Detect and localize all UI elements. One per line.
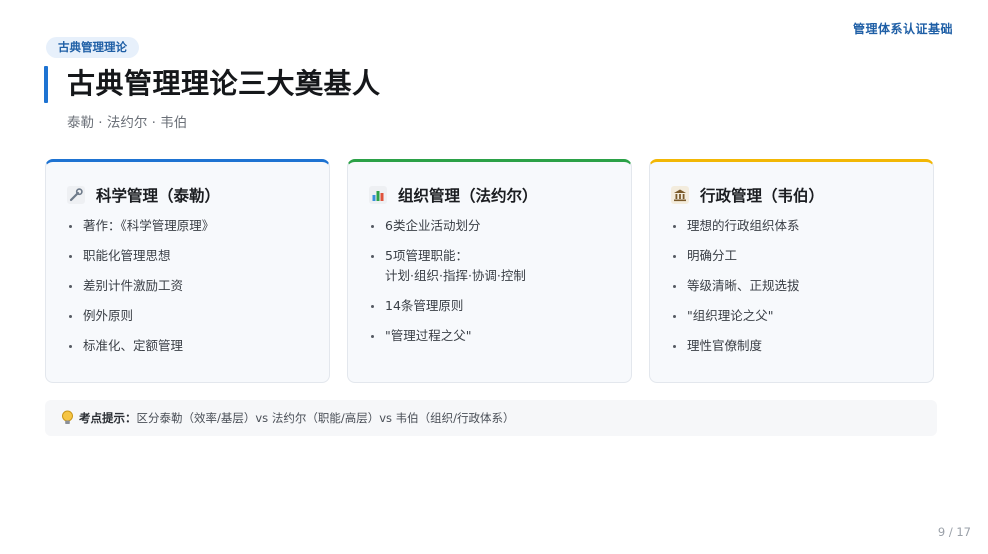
list-item: 14条管理原则 <box>368 296 631 316</box>
wrench-icon <box>66 185 86 205</box>
list-item: "管理过程之父" <box>368 326 631 346</box>
list-item-line: 5项管理职能： <box>385 248 468 263</box>
card-row: 科学管理（泰勒） 著作：《科学管理原理》 职能化管理思想 差别计件激励工资 例外… <box>45 159 934 383</box>
title-accent-bar <box>44 66 48 103</box>
card-title: 行政管理（韦伯） <box>700 187 825 205</box>
brand-title: 管理体系认证基础 <box>852 22 953 36</box>
card-list: 理想的行政组织体系 明确分工 等级清晰、正规选拔 "组织理论之父" 理性官僚制度 <box>670 216 933 356</box>
lightbulb-icon <box>61 410 74 426</box>
card-header: 行政管理（韦伯） <box>670 182 933 208</box>
list-item: 5项管理职能： 计划·组织·指挥·协调·控制 <box>368 246 631 286</box>
list-item: 差别计件激励工资 <box>66 276 329 296</box>
bar-chart-icon <box>368 185 388 205</box>
list-item: 著作：《科学管理原理》 <box>66 216 329 236</box>
card-list: 6类企业活动划分 5项管理职能： 计划·组织·指挥·协调·控制 14条管理原则 … <box>368 216 631 346</box>
list-item: 理想的行政组织体系 <box>670 216 933 236</box>
list-item: 职能化管理思想 <box>66 246 329 266</box>
list-item: 明确分工 <box>670 246 933 266</box>
card-fayol: 组织管理（法约尔） 6类企业活动划分 5项管理职能： 计划·组织·指挥·协调·控… <box>347 159 632 383</box>
exam-hint: 考点提示： 区分泰勒（效率/基层）vs 法约尔（职能/高层）vs 韦伯（组织/行… <box>45 400 937 436</box>
list-item: 例外原则 <box>66 306 329 326</box>
page-title: 古典管理理论三大奠基人 <box>67 67 381 100</box>
card-title: 组织管理（法约尔） <box>398 187 538 205</box>
card-title: 科学管理（泰勒） <box>96 187 221 205</box>
page-subtitle: 泰勒 · 法约尔 · 韦伯 <box>67 115 188 131</box>
card-weber: 行政管理（韦伯） 理想的行政组织体系 明确分工 等级清晰、正规选拔 "组织理论之… <box>649 159 934 383</box>
card-list: 著作：《科学管理原理》 职能化管理思想 差别计件激励工资 例外原则 标准化、定额… <box>66 216 329 356</box>
list-item: 标准化、定额管理 <box>66 336 329 356</box>
hint-text: 区分泰勒（效率/基层）vs 法约尔（职能/高层）vs 韦伯（组织/行政体系） <box>136 411 515 425</box>
section-tag: 古典管理理论 <box>46 37 139 58</box>
card-taylor: 科学管理（泰勒） 著作：《科学管理原理》 职能化管理思想 差别计件激励工资 例外… <box>45 159 330 383</box>
list-item: 理性官僚制度 <box>670 336 933 356</box>
bank-icon <box>670 185 690 205</box>
card-header: 组织管理（法约尔） <box>368 182 631 208</box>
hint-label: 考点提示： <box>79 411 137 425</box>
card-header: 科学管理（泰勒） <box>66 182 329 208</box>
list-item-line: 计划·组织·指挥·协调·控制 <box>385 268 526 283</box>
page-number: 9 / 17 <box>937 525 971 539</box>
list-item: "组织理论之父" <box>670 306 933 326</box>
list-item: 6类企业活动划分 <box>368 216 631 236</box>
list-item: 等级清晰、正规选拔 <box>670 276 933 296</box>
